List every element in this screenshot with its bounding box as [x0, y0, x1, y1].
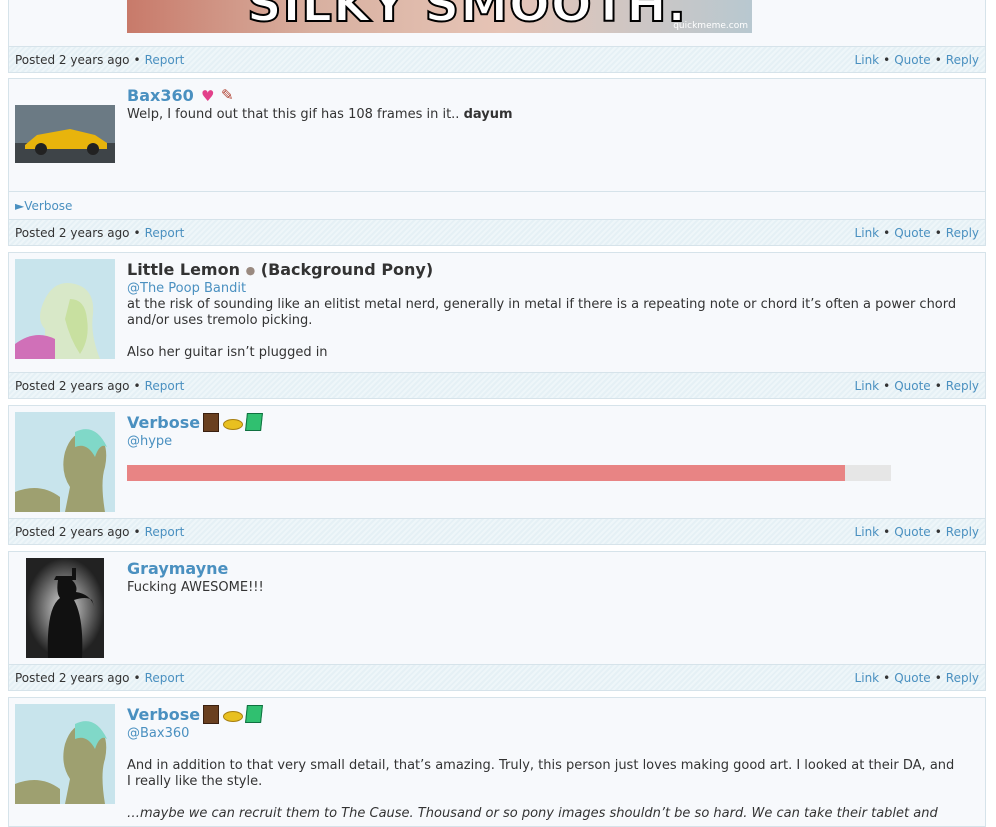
book-badge-icon: [203, 413, 219, 432]
report-link[interactable]: Report: [145, 226, 185, 240]
reply-link[interactable]: Reply: [946, 671, 979, 685]
coins-badge-icon: [223, 419, 243, 430]
post-body: Fucking AWESOME!!!: [127, 580, 264, 595]
avatar-pony-teal: [15, 412, 115, 512]
gem-badge-icon: [245, 705, 263, 723]
gem-badge-icon: [245, 413, 263, 431]
meme-caption: SILKY SMOOTH.: [246, 0, 687, 33]
quote-link[interactable]: Quote: [894, 379, 930, 393]
post-footer: Posted 2 years ago • Report Link • Quote • Rep…: [9, 46, 985, 72]
post-bax360: Bax360 ♥ ✎ Welp, I found out that this g…: [8, 78, 986, 246]
link-link[interactable]: Link: [855, 525, 880, 539]
quote-link[interactable]: Quote: [894, 226, 930, 240]
post-body: at the risk of sounding like an elitist …: [127, 297, 957, 360]
report-link[interactable]: Report: [145, 379, 185, 393]
mention-link[interactable]: @The Poop Bandit: [127, 281, 246, 296]
post-footer: Posted 2 years ago • Report Link • Quote • Rep…: [9, 664, 985, 690]
triangle-right-icon: ►: [15, 199, 25, 213]
post-image: SILKY SMOOTH. quickmeme.com Posted 2 yea…: [8, 0, 986, 73]
post-footer: Posted 2 years ago • Report Link • Quote • Rep…: [9, 219, 985, 245]
bold-text: dayum: [463, 107, 513, 122]
author-tag: (Background Pony): [260, 260, 434, 279]
avatar-pony-pink: [15, 259, 115, 359]
avatar-car: [15, 105, 115, 163]
post-footer: Posted 2 years ago • Report Link • Quote • Rep…: [9, 518, 985, 544]
book-badge-icon: [203, 705, 219, 724]
post-verbose-2: Verbose @Bax360 And in addition to that …: [8, 697, 986, 827]
report-link[interactable]: Report: [145, 671, 185, 685]
quote-link[interactable]: Quote: [894, 53, 930, 67]
post-graymayne: Graymayne Fucking AWESOME!!! Posted 2 ye…: [8, 551, 986, 691]
embed-bar: [127, 465, 891, 481]
reply-link[interactable]: Reply: [946, 525, 979, 539]
author-name[interactable]: Verbose: [127, 413, 200, 432]
mention-link[interactable]: @hype: [127, 434, 172, 449]
heart-badge-icon: ♥: [201, 87, 215, 105]
report-link[interactable]: Report: [145, 525, 185, 539]
brush-badge-icon: ✎: [221, 86, 234, 104]
spoiler-divider: [9, 191, 985, 192]
quote-link[interactable]: Quote: [894, 525, 930, 539]
post-verbose-1: Verbose @hype Posted 2 years ago • Report …: [8, 405, 986, 545]
meme-image: SILKY SMOOTH. quickmeme.com: [127, 0, 752, 33]
post-body: Welp, I found out that this gif has 108 …: [127, 107, 513, 122]
reply-link[interactable]: Reply: [946, 226, 979, 240]
link-link[interactable]: Link: [855, 671, 880, 685]
post-footer: Posted 2 years ago • Report Link • Quote • Rep…: [9, 372, 985, 398]
author-name[interactable]: Bax360: [127, 86, 194, 105]
reply-link[interactable]: Reply: [946, 53, 979, 67]
avatar-silhouette: [26, 558, 104, 658]
embed-bar-fill: [127, 465, 846, 481]
mention-link[interactable]: @Bax360: [127, 726, 189, 741]
spoiler-toggle[interactable]: ►Verbose: [15, 199, 72, 213]
coins-badge-icon: [223, 711, 243, 722]
avatar-pony-teal: [15, 704, 115, 804]
link-link[interactable]: Link: [855, 226, 880, 240]
quote-link[interactable]: Quote: [894, 671, 930, 685]
author-name[interactable]: Graymayne: [127, 559, 228, 578]
report-link[interactable]: Report: [145, 53, 185, 67]
reply-link[interactable]: Reply: [946, 379, 979, 393]
author-name[interactable]: Verbose: [127, 705, 200, 724]
meme-watermark: quickmeme.com: [673, 21, 748, 31]
post-little-lemon: Little Lemon ● (Background Pony) @The Po…: [8, 252, 986, 399]
link-link[interactable]: Link: [855, 53, 880, 67]
posted-time: Posted 2 years ago: [15, 53, 130, 67]
status-dot-icon: ●: [245, 264, 256, 277]
link-link[interactable]: Link: [855, 379, 880, 393]
author-name[interactable]: Little Lemon ● (Background Pony): [127, 260, 433, 279]
post-body: And in addition to that very small detai…: [127, 758, 955, 821]
